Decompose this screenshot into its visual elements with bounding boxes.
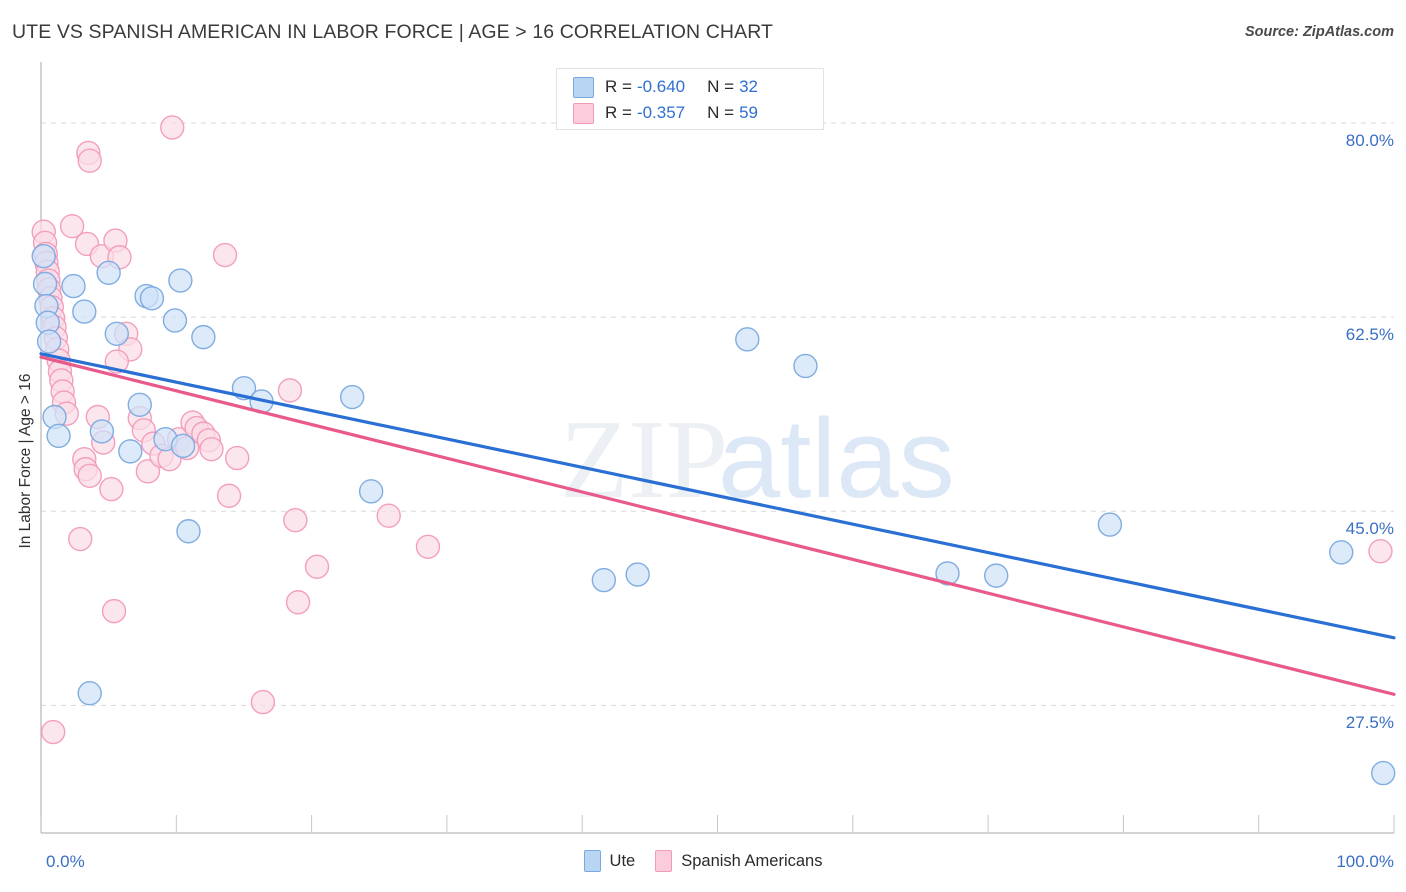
- series-legend: Ute Spanish Americans: [0, 850, 1406, 872]
- spanish-r-label: R =: [605, 103, 632, 122]
- data-point[interactable]: [376, 503, 401, 528]
- data-point[interactable]: [1329, 540, 1354, 565]
- data-point[interactable]: [72, 299, 97, 324]
- data-point[interactable]: [1370, 760, 1396, 786]
- data-point[interactable]: [104, 321, 129, 346]
- data-point[interactable]: [283, 507, 308, 533]
- spanish-n-value: 59: [739, 103, 758, 122]
- data-point[interactable]: [591, 567, 617, 593]
- data-point[interactable]: [277, 378, 303, 403]
- data-point[interactable]: [68, 526, 93, 552]
- data-point[interactable]: [99, 476, 124, 502]
- data-point[interactable]: [170, 433, 196, 459]
- legend-item-ute[interactable]: Ute: [583, 850, 636, 872]
- spanish-r-value: -0.357: [636, 103, 686, 122]
- spanish-legend-swatch: [655, 850, 673, 872]
- y-axis-tick-label-62: 62.5%: [1345, 325, 1394, 345]
- data-point[interactable]: [1368, 539, 1393, 564]
- data-point[interactable]: [77, 148, 102, 173]
- data-point[interactable]: [216, 483, 242, 508]
- data-point[interactable]: [118, 439, 143, 464]
- data-point[interactable]: [358, 479, 384, 504]
- data-point[interactable]: [339, 384, 365, 410]
- spanish-n-label: N =: [707, 103, 735, 122]
- data-point[interactable]: [77, 463, 102, 488]
- data-point[interactable]: [46, 423, 71, 449]
- data-point[interactable]: [31, 243, 56, 269]
- data-point[interactable]: [415, 534, 441, 559]
- ute-n-label: N =: [707, 77, 735, 96]
- ute-legend-label: Ute: [609, 851, 636, 870]
- y-axis-tick-label-80: 80.0%: [1345, 131, 1394, 150]
- data-point[interactable]: [32, 271, 58, 297]
- data-point[interactable]: [984, 563, 1009, 588]
- data-point[interactable]: [199, 436, 224, 462]
- data-point[interactable]: [162, 308, 188, 333]
- ute-color-swatch: [573, 76, 594, 98]
- y-axis-tick-label-27: 27.5%: [1345, 713, 1394, 733]
- data-point[interactable]: [625, 562, 650, 587]
- plot-area: ZIPatlas: [31, 62, 1396, 834]
- data-point[interactable]: [89, 419, 115, 444]
- data-point[interactable]: [285, 590, 311, 615]
- data-point[interactable]: [176, 519, 201, 544]
- data-point[interactable]: [212, 242, 238, 268]
- ute-r-label: R =: [605, 77, 632, 96]
- data-point[interactable]: [168, 268, 193, 293]
- data-point[interactable]: [304, 554, 330, 579]
- data-point[interactable]: [224, 445, 250, 471]
- data-point[interactable]: [191, 324, 216, 350]
- ute-r-value: -0.640: [636, 77, 686, 96]
- spanish-legend-label: Spanish Americans: [681, 851, 823, 870]
- correlation-stats-legend: R = -0.640 N = 32 R = -0.357 N = 59: [556, 68, 824, 130]
- data-point[interactable]: [127, 392, 152, 417]
- stats-row-ute: R = -0.640 N = 32: [573, 74, 758, 100]
- data-point[interactable]: [40, 719, 66, 745]
- spanish-color-swatch: [573, 102, 594, 124]
- data-point[interactable]: [1097, 512, 1123, 537]
- data-point[interactable]: [250, 689, 276, 715]
- data-point[interactable]: [96, 260, 121, 285]
- y-axis-tick-label-45: 45.0%: [1345, 519, 1394, 539]
- data-point[interactable]: [77, 681, 102, 706]
- correlation-chart-root: UTE VS SPANISH AMERICAN IN LABOR FORCE |…: [0, 0, 1406, 892]
- data-point[interactable]: [36, 329, 62, 354]
- data-point[interactable]: [160, 115, 185, 140]
- data-point[interactable]: [139, 286, 165, 311]
- ute-legend-swatch: [583, 850, 601, 872]
- legend-item-spanish-americans[interactable]: Spanish Americans: [655, 850, 822, 872]
- data-point[interactable]: [101, 598, 127, 624]
- data-point[interactable]: [735, 327, 760, 352]
- data-point[interactable]: [61, 273, 86, 299]
- watermark-zip: ZIP: [560, 398, 728, 522]
- ute-n-value: 32: [739, 77, 758, 96]
- stats-row-spanish: R = -0.357 N = 59: [573, 100, 758, 126]
- data-point[interactable]: [793, 353, 818, 379]
